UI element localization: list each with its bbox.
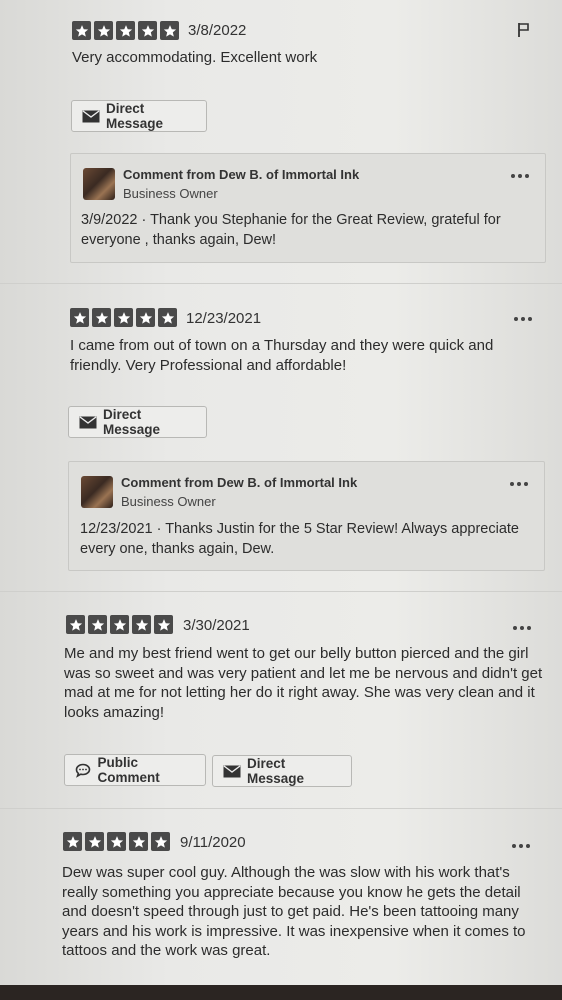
direct-message-button[interactable]: Direct Message xyxy=(212,755,352,787)
direct-message-button[interactable]: Direct Message xyxy=(71,100,207,132)
envelope-icon xyxy=(82,109,100,123)
direct-message-button[interactable]: Direct Message xyxy=(68,406,207,438)
divider xyxy=(0,591,562,592)
more-options-icon[interactable] xyxy=(511,174,529,178)
review-date: 3/8/2022 xyxy=(188,22,247,39)
review-text: Me and my best friend went to get our be… xyxy=(64,645,543,721)
star-icon xyxy=(63,832,82,851)
comment-title: Comment from Dew B. of Immortal Ink xyxy=(121,475,358,490)
star-icon xyxy=(94,21,113,40)
star-icon xyxy=(138,21,157,40)
comment-text: 3/9/2022 · Thank you Stephanie for the G… xyxy=(81,212,501,248)
star-icon xyxy=(158,308,177,327)
reviews-page: 3/8/2022 Very accommodating. Excellent w… xyxy=(0,0,562,1000)
star-icon xyxy=(107,832,126,851)
avatar xyxy=(81,476,113,508)
divider xyxy=(0,808,562,809)
divider xyxy=(0,283,562,284)
star-icon xyxy=(88,615,107,634)
comment-text: 12/23/2021 · Thanks Justin for the 5 Sta… xyxy=(80,521,520,557)
star-icon xyxy=(136,308,155,327)
star-icon xyxy=(70,308,89,327)
review-text: Dew was super cool guy. Although the was… xyxy=(62,864,526,959)
screen-bezel xyxy=(0,985,562,1000)
star-rating xyxy=(70,308,177,327)
envelope-icon xyxy=(223,764,241,778)
speech-bubble-icon xyxy=(75,763,91,778)
star-icon xyxy=(129,832,148,851)
star-rating xyxy=(72,21,179,40)
review-text: Very accommodating. Excellent work xyxy=(72,49,318,66)
direct-message-label: Direct Message xyxy=(106,101,164,131)
star-icon xyxy=(154,615,173,634)
star-icon xyxy=(66,615,85,634)
star-icon xyxy=(151,832,170,851)
review-date: 9/11/2020 xyxy=(180,834,246,851)
more-options-icon[interactable] xyxy=(513,626,531,630)
comment-title: Comment from Dew B. of Immortal Ink xyxy=(123,167,360,182)
owner-comment: Comment from Dew B. of Immortal Ink Busi… xyxy=(68,461,545,571)
more-options-icon[interactable] xyxy=(514,317,532,321)
review-date: 3/30/2021 xyxy=(183,617,250,634)
star-icon xyxy=(85,832,104,851)
star-icon xyxy=(72,21,91,40)
star-rating xyxy=(63,832,170,851)
owner-comment: Comment from Dew B. of Immortal Ink Busi… xyxy=(70,153,546,263)
star-icon xyxy=(116,21,135,40)
star-icon xyxy=(110,615,129,634)
review-text: I came from out of town on a Thursday an… xyxy=(70,337,494,374)
star-rating xyxy=(66,615,173,634)
avatar xyxy=(83,168,115,200)
direct-message-label: Direct Message xyxy=(103,407,161,437)
envelope-icon xyxy=(79,415,97,429)
more-options-icon[interactable] xyxy=(510,482,528,486)
more-options-icon[interactable] xyxy=(512,844,530,848)
star-icon xyxy=(160,21,179,40)
public-comment-button[interactable]: Public Comment xyxy=(64,754,206,786)
star-icon xyxy=(114,308,133,327)
star-icon xyxy=(92,308,111,327)
review-date: 12/23/2021 xyxy=(186,310,262,327)
flag-icon[interactable] xyxy=(517,22,531,38)
comment-role: Business Owner xyxy=(123,186,218,201)
star-icon xyxy=(132,615,151,634)
direct-message-label: Direct Message xyxy=(247,756,305,786)
public-comment-label: Public Comment xyxy=(97,755,160,785)
comment-role: Business Owner xyxy=(121,494,216,509)
